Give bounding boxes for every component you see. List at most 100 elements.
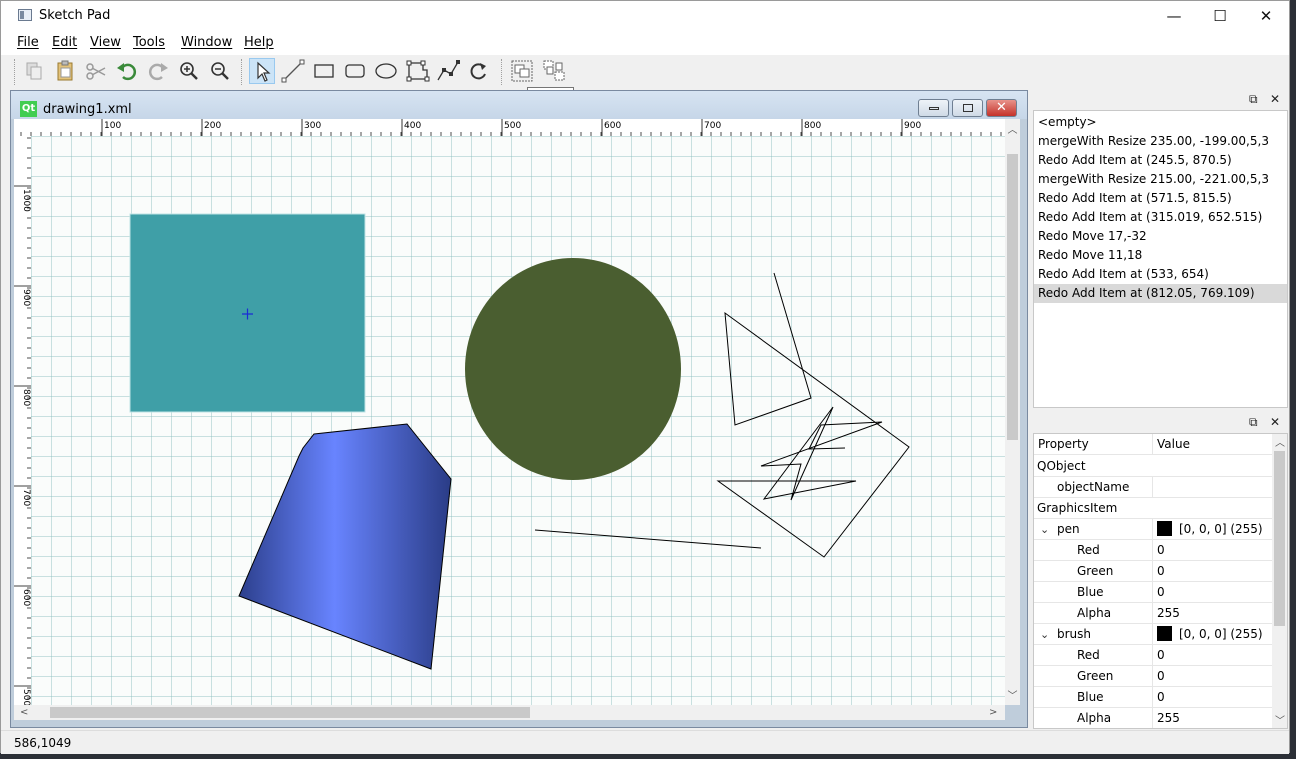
property-row[interactable]: Green 0 [1034,666,1273,687]
document-title-bar[interactable]: Qt drawing1.xml ✕ [11,91,1027,119]
ellipse-tool-icon[interactable] [373,58,399,84]
value-header: Value [1157,437,1190,451]
property-row[interactable]: pen ⌄ [0, 0, 0] (255) [1034,519,1273,540]
expand-chevron-icon[interactable]: ⌄ [1040,519,1049,540]
menu-file[interactable]: File [17,35,39,50]
property-value[interactable]: 0 [1157,666,1165,687]
property-row[interactable]: QObject [1034,456,1273,477]
polyline-shape[interactable] [716,272,910,558]
toolbar-separator [241,59,242,85]
blue-polygon[interactable] [238,423,452,670]
undo-history-item[interactable]: <empty> [1034,113,1287,132]
undo-history-item[interactable]: Redo Add Item at (245.5, 870.5) [1034,151,1287,170]
property-row[interactable]: brush ⌄ [0, 0, 0] (255) [1034,624,1273,645]
property-row[interactable]: Alpha 255 [1034,708,1273,728]
property-row[interactable]: objectName [1034,477,1273,498]
property-value[interactable]: 0 [1157,645,1165,666]
green-circle[interactable] [465,258,681,480]
property-row[interactable]: Green 0 [1034,561,1273,582]
ruler-label: 1000 [21,189,31,212]
property-value[interactable]: [0, 0, 0] (255) [1157,519,1263,540]
dock-float-icon-2[interactable]: ⧉ [1249,415,1258,430]
close-button[interactable]: ✕ [1243,1,1289,31]
maximize-button[interactable]: ☐ [1197,1,1243,31]
undo-history-item[interactable]: mergeWith Resize 215.00, -221.00,5,3 [1034,170,1287,189]
copy-icon[interactable] [21,58,47,84]
toolbar [1,55,1289,89]
ungroup-icon[interactable] [541,58,567,84]
subwindow-restore-button[interactable] [952,99,983,117]
undo-icon[interactable] [114,58,140,84]
undo-history-list[interactable]: <empty> mergeWith Resize 235.00, -199.00… [1033,110,1288,408]
horizontal-ruler-ticks: 100 200 300 400 500 600 700 800 900 [20,119,1002,136]
line-shape[interactable] [534,529,762,549]
drawing-canvas[interactable] [31,136,1005,705]
scene[interactable] [31,136,1005,705]
property-name: Blue [1034,582,1153,603]
property-value[interactable]: 255 [1157,708,1180,728]
ruler-label: 600 [604,121,621,131]
polyline-tool-icon[interactable] [435,58,461,84]
redo-icon[interactable] [145,58,171,84]
undo-history-item[interactable]: Redo Move 17,-32 [1034,227,1287,246]
paste-icon[interactable] [52,58,78,84]
scroll-right-arrow-icon[interactable]: > [989,705,997,720]
expand-chevron-icon[interactable]: ⌄ [1040,624,1049,645]
zoom-out-icon[interactable] [207,58,233,84]
property-row[interactable]: Blue 0 [1034,687,1273,708]
undo-history-item[interactable]: Redo Add Item at (812.05, 769.109) [1034,284,1287,303]
line-tool-icon[interactable] [280,58,306,84]
menu-help[interactable]: Help [244,35,274,50]
horizontal-scroll-thumb[interactable] [50,707,530,718]
subwindow-minimize-button[interactable] [918,99,949,117]
minimize-button[interactable]: — [1151,1,1197,31]
undo-history-item[interactable]: Redo Add Item at (571.5, 815.5) [1034,189,1287,208]
property-value[interactable]: 0 [1157,582,1165,603]
dock-float-icon[interactable]: ⧉ [1249,92,1258,107]
property-value[interactable]: [0, 0, 0] (255) [1157,624,1263,645]
undo-history-item[interactable]: Redo Add Item at (533, 654) [1034,265,1287,284]
dock-close-icon[interactable]: ✕ [1270,92,1280,106]
menu-edit[interactable]: Edit [52,35,77,50]
rounded-rect-tool-icon[interactable] [342,58,368,84]
rectangle-tool-icon[interactable] [311,58,337,84]
property-row[interactable]: Red 0 [1034,540,1273,561]
canvas-vertical-scrollbar[interactable]: ︿ ﹀ [1005,119,1020,705]
property-value[interactable]: 0 [1157,561,1165,582]
property-scroll-thumb[interactable] [1274,451,1285,626]
select-pointer-icon[interactable] [249,58,275,84]
vertical-scroll-thumb[interactable] [1007,154,1018,440]
property-scrollbar[interactable]: ︿ ﹀ [1272,434,1287,728]
undo-history-item[interactable]: Redo Add Item at (315.019, 652.515) [1034,208,1287,227]
group-icon[interactable] [509,58,535,84]
prop-scroll-down-icon[interactable]: ﹀ [1275,712,1285,727]
dock-close-icon-2[interactable]: ✕ [1270,415,1280,429]
undo-history-item[interactable]: mergeWith Resize 235.00, -199.00,5,3 [1034,132,1287,151]
canvas-horizontal-scrollbar[interactable]: < > [14,705,1005,720]
menu-view[interactable]: View [90,35,121,50]
property-browser[interactable]: Property Value QObject objectName Graphics… [1033,433,1288,729]
zoom-in-icon[interactable] [176,58,202,84]
property-value[interactable]: 0 [1157,540,1165,561]
prop-scroll-up-icon[interactable]: ︿ [1275,434,1285,449]
polygon-tool-icon[interactable] [404,58,430,84]
scroll-up-arrow-icon[interactable]: ︿ [1005,121,1020,136]
ruler-label: 600 [21,589,31,606]
cursor-coordinates: 586,1049 [14,736,72,750]
property-value[interactable]: 255 [1157,603,1180,624]
scroll-left-arrow-icon[interactable]: < [20,705,28,720]
property-row[interactable]: Blue 0 [1034,582,1273,603]
app-icon [18,9,32,21]
rotate-icon[interactable] [466,58,492,84]
menu-window[interactable]: Window [181,35,232,50]
cut-icon[interactable] [83,58,109,84]
ruler-label: 400 [404,121,421,131]
undo-history-item[interactable]: Redo Move 11,18 [1034,246,1287,265]
menu-tools[interactable]: Tools [133,35,165,50]
property-row[interactable]: Alpha 255 [1034,603,1273,624]
property-row[interactable]: GraphicsItem [1034,498,1273,519]
property-value[interactable]: 0 [1157,687,1165,708]
property-row[interactable]: Red 0 [1034,645,1273,666]
subwindow-close-button[interactable]: ✕ [986,99,1017,117]
scroll-down-arrow-icon[interactable]: ﹀ [1005,687,1020,702]
